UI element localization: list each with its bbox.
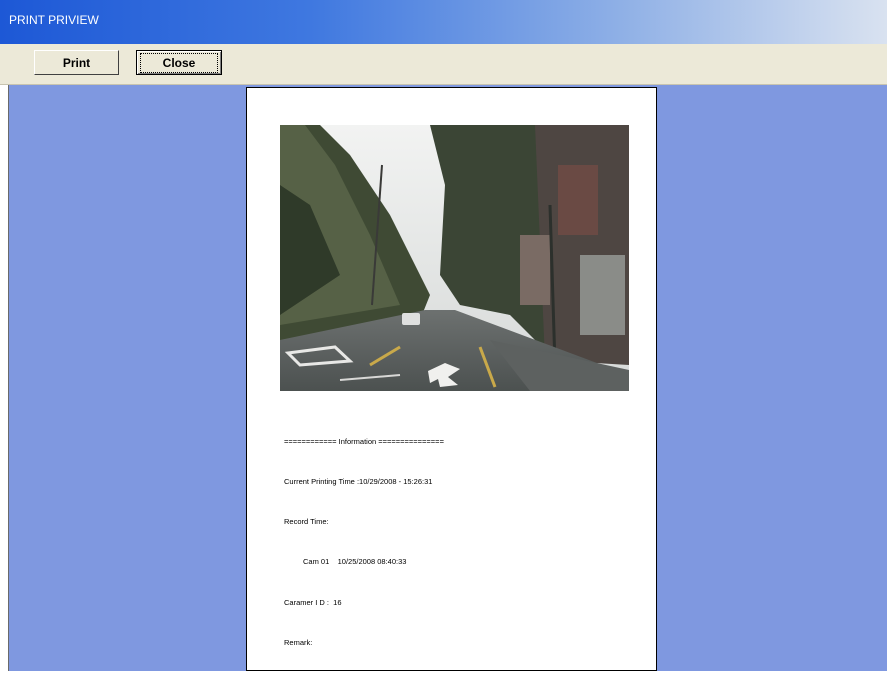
record-time-label: Record Time: bbox=[284, 517, 329, 527]
close-button-label: Close bbox=[139, 52, 219, 73]
window-title: PRINT PRIVIEW bbox=[9, 13, 99, 27]
print-button[interactable]: Print bbox=[34, 50, 119, 75]
record-entry: Cam 01 10/25/2008 08:40:33 bbox=[303, 557, 407, 567]
info-header: ============ Information =============== bbox=[284, 436, 444, 446]
camera-id: Caramer I D : 16 bbox=[284, 597, 342, 607]
captured-camera-image bbox=[280, 125, 629, 391]
print-page: ============ Information ===============… bbox=[246, 87, 657, 671]
toolbar: Print Close bbox=[0, 44, 887, 85]
close-button[interactable]: Close bbox=[136, 50, 222, 75]
information-block: ============ Information ===============… bbox=[284, 408, 444, 676]
title-bar: PRINT PRIVIEW bbox=[0, 0, 887, 44]
remark: Remark: bbox=[284, 637, 313, 647]
current-printing-time: Current Printing Time :10/29/2008 - 15:2… bbox=[284, 477, 433, 487]
